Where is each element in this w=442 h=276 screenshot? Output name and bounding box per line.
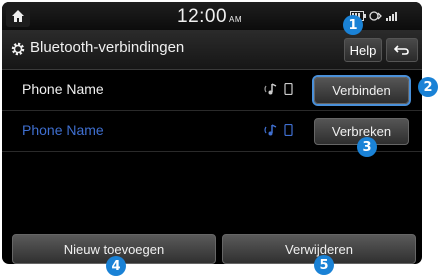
callout-marker: 3 (357, 137, 377, 157)
home-button[interactable] (6, 5, 30, 27)
device-name: Phone Name (22, 81, 104, 97)
callout-marker: 5 (314, 255, 334, 275)
device-profile-icons (264, 124, 293, 136)
page-title: Bluetooth-verbindingen (30, 39, 185, 56)
device-screen: 12:00 AM Bluetooth-verbindingen Help Pho… (2, 2, 422, 264)
phone-icon (284, 83, 293, 95)
callout-marker: 2 (418, 77, 438, 97)
bluetooth-audio-icon (264, 124, 277, 136)
clock: 12:00 AM (177, 6, 242, 28)
bluetooth-audio-icon (369, 11, 382, 21)
clock-time: 12:00 (177, 6, 228, 27)
signal-icon (386, 12, 397, 21)
device-name: Phone Name (22, 122, 104, 138)
device-row[interactable]: Phone Name Verbinden (2, 70, 422, 111)
title-bar: Bluetooth-verbindingen Help (2, 30, 422, 70)
callout-marker: 1 (343, 15, 363, 35)
home-icon (12, 10, 24, 22)
help-button[interactable]: Help (344, 38, 382, 62)
callout-marker: 4 (106, 256, 126, 276)
connect-button[interactable]: Verbinden (314, 77, 409, 104)
back-icon (394, 45, 409, 55)
bluetooth-audio-icon (264, 83, 277, 95)
device-profile-icons (264, 83, 293, 95)
clock-ampm: AM (229, 15, 243, 24)
phone-icon (284, 124, 293, 136)
gear-icon (11, 42, 25, 56)
back-button[interactable] (386, 38, 418, 62)
